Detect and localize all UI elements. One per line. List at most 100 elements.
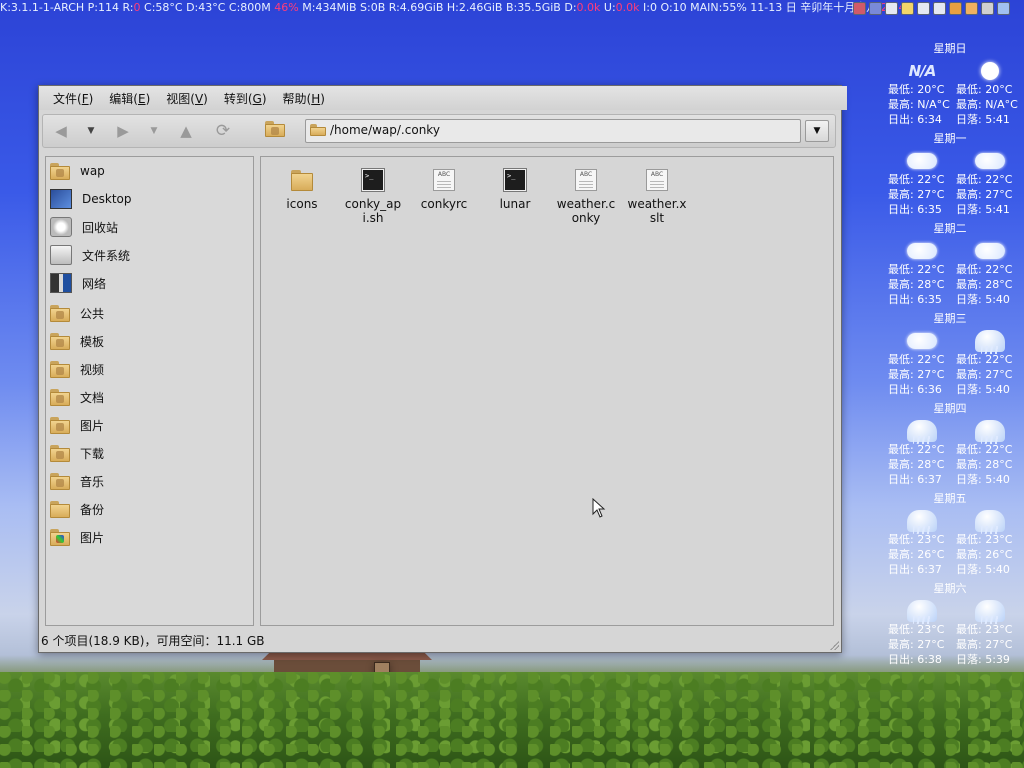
- location-bar[interactable]: /home/wap/.conky: [305, 119, 801, 143]
- weather-high-text: 最高: 28°C: [956, 458, 1013, 471]
- file-item[interactable]: ABC weather.x slt: [624, 169, 690, 225]
- file-item[interactable]: ABC weather.c onky: [553, 169, 619, 225]
- terminal-script-icon: >_: [504, 169, 526, 191]
- sidebar-item[interactable]: 图片: [50, 413, 250, 437]
- weather-high-text: 最高: 27°C: [888, 188, 945, 201]
- weather-low-text: 最低: 23°C: [888, 533, 945, 546]
- sun-weather-icon: [970, 60, 1010, 82]
- weather-low-text: 最低: 22°C: [956, 353, 1013, 366]
- forward-history-dropdown[interactable]: ▼: [144, 121, 164, 141]
- weather-low-text: 最低: 20°C: [956, 83, 1013, 96]
- system-tray: [853, 2, 1010, 15]
- menu-item[interactable]: 文件(F): [45, 90, 101, 107]
- weather-column: N/A 最低: 20°C 最高: N/A°C 日出: 6:34: [888, 60, 956, 127]
- weather-column: 最低: 22°C 最高: 28°C 日出: 6:35: [888, 240, 956, 307]
- storm-weather-icon: [970, 600, 1010, 624]
- sidebar-item[interactable]: Desktop: [50, 187, 250, 211]
- file-item[interactable]: >_ lunar: [482, 169, 548, 211]
- menu-item[interactable]: 帮助(H): [275, 90, 333, 107]
- tray-icon-1[interactable]: [853, 2, 866, 15]
- places-sidebar: wap Desktop 回收站 文件系统 网络 公共 模板 视频 文档 图片 下载 音乐 备份 图片: [45, 156, 254, 626]
- weather-day: 星期二 最低: 22°C 最高: 28°C 日出: 6:35 最低: 22°C 最高: 2…: [884, 220, 1024, 310]
- tray-icon-5[interactable]: [917, 2, 930, 15]
- resize-grip[interactable]: [829, 640, 839, 650]
- sidebar-item[interactable]: 视频: [50, 357, 250, 381]
- sidebar-item[interactable]: 备份: [50, 497, 250, 521]
- menu-label-end: ): [320, 91, 325, 106]
- text-file-icon: ABC: [433, 169, 455, 191]
- menu-label-end: ): [261, 91, 267, 106]
- cloud-weather-icon: [970, 240, 1010, 262]
- sidebar-item[interactable]: 模板: [50, 329, 250, 353]
- sidebar-item[interactable]: wap: [50, 159, 250, 183]
- weather-day: 星期六 最低: 23°C 最高: 27°C 日出: 6:38 最低: 23°C 最高: 2…: [884, 580, 1024, 670]
- na-text: N/A: [908, 62, 937, 80]
- sidebar-item-label: 回收站: [82, 220, 119, 235]
- tray-icon-7[interactable]: [949, 2, 962, 15]
- weather-panel: 星期日 N/A 最低: 20°C 最高: N/A°C 日出: 6:34 最低: 20°C 最…: [884, 40, 1024, 670]
- sidebar-item[interactable]: 文件系统: [50, 243, 250, 267]
- tray-icon-4[interactable]: [901, 2, 914, 15]
- tray-icon-10[interactable]: [997, 2, 1010, 15]
- sidebar-item[interactable]: 下载: [50, 441, 250, 465]
- file-item[interactable]: icons: [269, 169, 335, 211]
- sidebar-item[interactable]: 音乐: [50, 469, 250, 493]
- storm-weather-icon: [902, 420, 942, 444]
- weather-day-title: 星期六: [933, 582, 967, 595]
- back-button[interactable]: ◀: [51, 121, 71, 141]
- weather-low-text: 最低: 22°C: [956, 263, 1013, 276]
- reload-icon: ⟳: [215, 121, 231, 141]
- sidebar-item[interactable]: 网络: [50, 271, 250, 295]
- tray-icon-8[interactable]: [965, 2, 978, 15]
- sidebar-item-label: 视频: [80, 362, 105, 377]
- weather-day: 星期三 最低: 22°C 最高: 27°C 日出: 6:36 最低: 22°C 最高: 2…: [884, 310, 1024, 400]
- na-weather-icon: N/A: [902, 60, 942, 82]
- weather-low-text: 最低: 20°C: [888, 83, 945, 96]
- home-button[interactable]: [265, 120, 287, 140]
- storm-weather-icon: [902, 510, 942, 534]
- menu-label: 转到(: [223, 91, 253, 106]
- up-button[interactable]: ▲: [176, 121, 196, 141]
- weather-column: 最低: 20°C 最高: N/A°C 日落: 5:41: [956, 60, 1024, 127]
- tray-icon-2[interactable]: [869, 2, 882, 15]
- weather-sun-text: 日出: 6:37: [888, 563, 942, 576]
- weather-low-text: 最低: 22°C: [888, 443, 945, 456]
- sidebar-item[interactable]: 公共: [50, 301, 250, 325]
- reload-button[interactable]: ⟳: [213, 121, 233, 141]
- weather-low-text: 最低: 22°C: [888, 173, 945, 186]
- storm-weather-icon: [970, 510, 1010, 534]
- storm-weather-icon: [970, 330, 1010, 354]
- sidebar-item-label: Desktop: [82, 192, 132, 206]
- menu-item[interactable]: 视图(V): [158, 90, 216, 107]
- tray-icon-6[interactable]: [933, 2, 946, 15]
- sidebar-item[interactable]: 文档: [50, 385, 250, 409]
- trash-icon: [50, 217, 72, 237]
- folder-icon: [50, 500, 70, 518]
- weather-sun-text: 日出: 6:37: [888, 473, 942, 486]
- back-history-dropdown[interactable]: ▼: [81, 121, 101, 141]
- status-segment: 0.0k: [615, 1, 640, 14]
- location-dropdown-button[interactable]: ▼: [805, 120, 829, 142]
- sidebar-item[interactable]: 回收站: [50, 215, 250, 239]
- sidebar-item-label: 图片: [80, 418, 105, 433]
- weather-day: 星期一 最低: 22°C 最高: 27°C 日出: 6:35 最低: 22°C 最高: 2…: [884, 130, 1024, 220]
- status-segment: C:58°C D:43°C C:800M: [140, 1, 275, 14]
- tray-icon-3[interactable]: [885, 2, 898, 15]
- weather-sun-text: 日落: 5:41: [956, 203, 1010, 216]
- menu-accelerator: F: [81, 91, 89, 106]
- weather-sun-text: 日落: 5:40: [956, 473, 1010, 486]
- menu-item[interactable]: 转到(G): [216, 90, 275, 107]
- menu-item[interactable]: 编辑(E): [101, 90, 158, 107]
- status-segment: I:0 O:10 MAIN:55% 11-13 日 辛卯年十月十八: [639, 1, 881, 14]
- sidebar-item-label: 下载: [80, 446, 105, 461]
- weather-day-title: 星期四: [933, 402, 967, 415]
- file-name: weather.x: [627, 197, 687, 211]
- menu-label: 编辑(: [109, 91, 138, 106]
- file-item[interactable]: >_ conky_ap i.sh: [340, 169, 406, 225]
- forward-button[interactable]: ▶: [113, 121, 133, 141]
- file-item[interactable]: ABC conkyrc: [411, 169, 477, 211]
- sidebar-item[interactable]: 图片: [50, 525, 250, 549]
- sidebar-item-label: 文档: [80, 390, 105, 405]
- home-folder-icon: [50, 162, 70, 180]
- tray-icon-9[interactable]: [981, 2, 994, 15]
